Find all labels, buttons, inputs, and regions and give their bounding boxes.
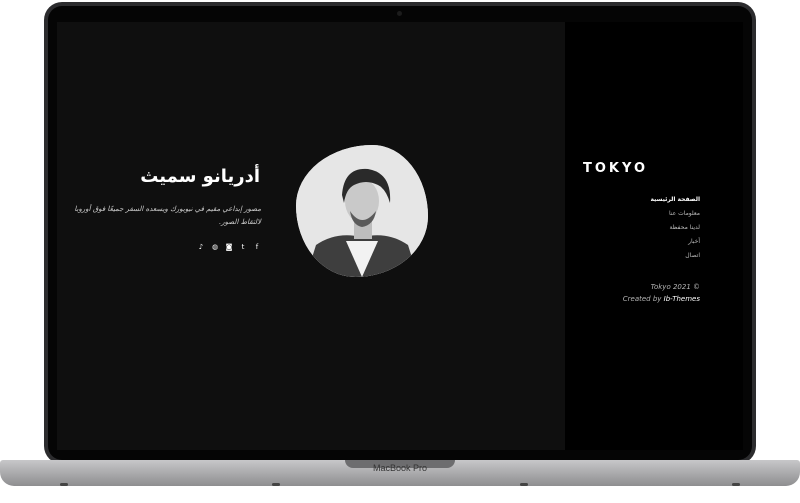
sidebar-menu: الصفحة الرئيسية معلومات عنا لدينا محفظة …	[600, 193, 700, 263]
created-by-brand[interactable]: Ib-Themes	[664, 295, 700, 303]
profile-description: مصور إبداعي مقيم في نيويورك ويسعده السفر…	[74, 205, 261, 226]
instagram-icon[interactable]: ◙	[225, 243, 233, 251]
social-links: ♪ ◍ ◙ t f	[186, 243, 261, 255]
menu-item-about[interactable]: معلومات عنا	[600, 207, 700, 221]
profile-name: أدريانو سميث	[140, 166, 260, 187]
copyright-text: Tokyo 2021 ©	[650, 283, 700, 291]
profile-avatar	[296, 145, 428, 277]
copyright: Tokyo 2021 © Created by Ib-Themes	[600, 281, 700, 305]
model-label: MacBook Pro	[372, 463, 428, 473]
tiktok-icon[interactable]: ♪	[197, 243, 205, 251]
laptop-foot	[272, 483, 280, 486]
created-by-prefix: Created by	[622, 295, 662, 303]
dribbble-icon[interactable]: ◍	[211, 243, 219, 251]
laptop-foot	[520, 483, 528, 486]
laptop-foot	[732, 483, 740, 486]
twitter-icon[interactable]: t	[239, 243, 247, 251]
camera-icon	[397, 11, 402, 16]
site-logo[interactable]: TOKYO	[583, 161, 648, 176]
created-by: Created by Ib-Themes	[600, 293, 700, 305]
menu-item-contact[interactable]: اتصال	[600, 249, 700, 263]
laptop-foot	[60, 483, 68, 486]
menu-item-home[interactable]: الصفحة الرئيسية	[600, 193, 700, 207]
menu-item-news[interactable]: أخبار	[600, 235, 700, 249]
laptop-feet	[60, 483, 740, 487]
facebook-icon[interactable]: f	[253, 243, 261, 251]
menu-item-portfolio[interactable]: لدينا محفظة	[600, 221, 700, 235]
portrait-image	[296, 145, 428, 277]
